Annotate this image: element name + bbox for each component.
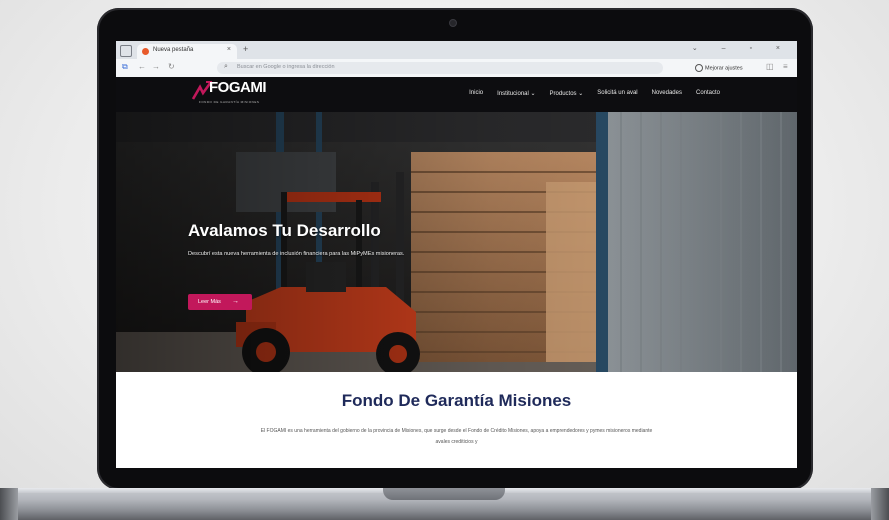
hero-title: Avalamos Tu Desarrollo bbox=[188, 221, 381, 240]
hero-description: Descubrí esta nueva herramienta de inclu… bbox=[188, 251, 405, 257]
improve-settings-label: Mejorar ajustes bbox=[705, 65, 743, 72]
browser-toolbar: ⧉ ← → ↻ ⌕ Buscar en Google o ingresa la … bbox=[116, 59, 797, 78]
tab-favicon-icon bbox=[142, 48, 149, 55]
tab-close-icon[interactable]: × bbox=[227, 46, 231, 53]
new-tab-button[interactable]: + bbox=[243, 44, 248, 54]
hero-background-image bbox=[116, 112, 797, 372]
nav-item-inicio[interactable]: Inicio bbox=[469, 90, 483, 97]
browser-tab-bar: Nueva pestaña × + ⌄ – ▫ × bbox=[116, 41, 797, 59]
laptop-screen: Nueva pestaña × + ⌄ – ▫ × ⧉ ← → ↻ ⌕ Busc… bbox=[116, 41, 797, 468]
improve-settings-button[interactable]: Mejorar ajustes bbox=[695, 64, 743, 72]
read-more-button[interactable]: Leer Más → bbox=[188, 294, 252, 310]
collections-icon[interactable]: ⧉ bbox=[122, 62, 128, 72]
laptop-lid: Nueva pestaña × + ⌄ – ▫ × ⧉ ← → ↻ ⌕ Busc… bbox=[97, 8, 813, 490]
laptop-base-left-edge bbox=[0, 488, 18, 520]
menu-icon[interactable]: ≡ bbox=[783, 62, 788, 71]
address-bar[interactable]: ⌕ Buscar en Google o ingresa la direcció… bbox=[217, 62, 663, 74]
nav-item-contacto[interactable]: Contacto bbox=[696, 90, 720, 97]
section-text: El FOGAMI es una herramienta del gobiern… bbox=[260, 428, 653, 445]
site-logo[interactable]: FOGAMI bbox=[209, 79, 267, 96]
nav-item-solicita-aval[interactable]: Solicitá un aval bbox=[597, 90, 637, 97]
about-section: Fondo De Garantía Misiones El FOGAMI es … bbox=[116, 372, 797, 468]
search-icon: ⌕ bbox=[224, 63, 228, 70]
tab-actions-icon[interactable] bbox=[120, 45, 132, 57]
profile-icon[interactable]: ◫ bbox=[766, 62, 774, 71]
site-logo-subtitle: FONDO DE GARANTÍA MISIONES bbox=[199, 100, 260, 104]
back-icon[interactable]: ← bbox=[138, 62, 146, 71]
settings-icon bbox=[695, 64, 703, 72]
nav-item-institucional[interactable]: Institucional ⌄ bbox=[497, 90, 535, 97]
forward-icon[interactable]: → bbox=[152, 62, 160, 71]
browser-tab[interactable]: Nueva pestaña × bbox=[137, 44, 237, 59]
camera-icon bbox=[449, 19, 457, 27]
nav-item-productos[interactable]: Productos ⌄ bbox=[550, 90, 584, 97]
read-more-label: Leer Más bbox=[198, 299, 221, 305]
reload-icon[interactable]: ↻ bbox=[168, 62, 175, 71]
nav-item-novedades[interactable]: Novedades bbox=[652, 90, 682, 97]
section-title: Fondo De Garantía Misiones bbox=[341, 391, 572, 410]
laptop-base-right-edge bbox=[871, 488, 889, 520]
arrow-right-icon: → bbox=[232, 298, 239, 305]
site-header: FOGAMI FONDO DE GARANTÍA MISIONES Inicio… bbox=[116, 77, 797, 112]
window-controls[interactable]: ⌄ – ▫ × bbox=[692, 44, 791, 52]
address-placeholder: Buscar en Google o ingresa la dirección bbox=[237, 64, 335, 70]
main-nav: Inicio Institucional ⌄ Productos ⌄ Solic… bbox=[469, 90, 720, 97]
tab-title: Nueva pestaña bbox=[153, 47, 194, 53]
laptop-notch bbox=[383, 488, 505, 500]
hero-section: Avalamos Tu Desarrollo Descubrí esta nue… bbox=[116, 112, 797, 372]
